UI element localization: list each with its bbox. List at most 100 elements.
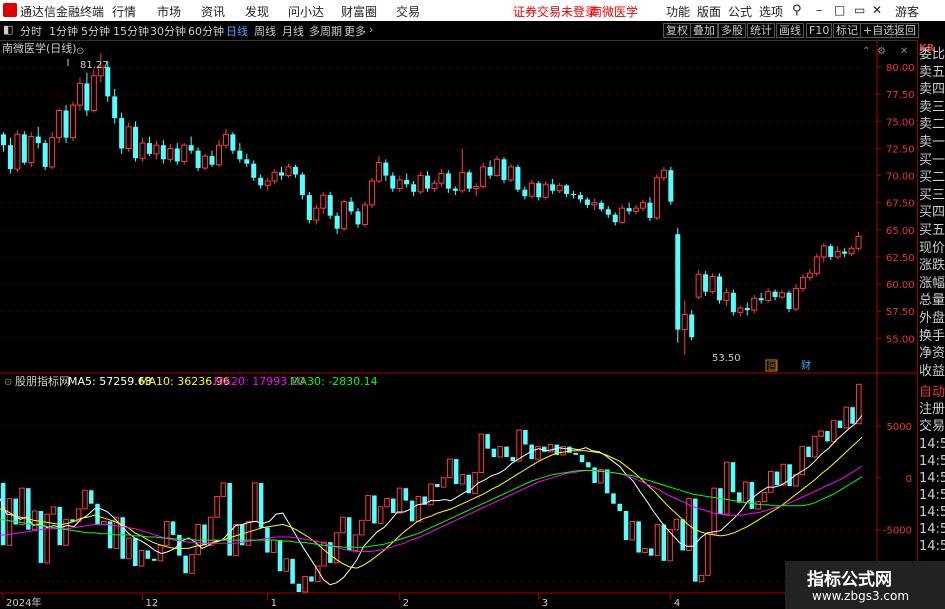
toolbar-toggle-icon[interactable]: ◧ <box>3 23 13 36</box>
side-tab[interactable]: 注册 <box>919 403 945 416</box>
indicator-bar <box>812 435 818 458</box>
menu-item-banmian[interactable]: 版面 <box>697 3 721 20</box>
indicator-bar <box>723 461 730 515</box>
btn-tongji[interactable]: 统计 <box>747 23 775 38</box>
tf-fenshi[interactable]: 分时 <box>20 23 42 39</box>
menu-item-wenxiaoda[interactable]: 问小达 <box>288 3 324 20</box>
quote-field-label: 换手 <box>919 328 945 344</box>
close-icon[interactable]: ✕ <box>872 3 882 17</box>
tf-15min[interactable]: 15分钟 <box>113 23 149 39</box>
candle-body <box>209 156 215 165</box>
btn-diejia[interactable]: 叠加 <box>690 23 718 38</box>
menu-item-hangqing[interactable]: 行情 <box>112 3 136 20</box>
maximize-icon[interactable]: □ <box>834 3 845 17</box>
indicator-bar <box>138 549 145 567</box>
menu-item-caifuquan[interactable]: 财富圈 <box>341 3 377 20</box>
indicator-bar <box>592 467 597 483</box>
indicator-bar <box>151 558 157 561</box>
menu-item-xuanxiang[interactable]: 选项 <box>759 3 783 20</box>
indicator-bar <box>183 555 188 574</box>
indicator-bar <box>611 493 616 504</box>
menu-item-gongshi[interactable]: 公式 <box>728 3 752 20</box>
candle-body <box>251 163 257 178</box>
menu-item-shichang[interactable]: 市场 <box>157 3 181 20</box>
btn-fanhui[interactable]: 返回 <box>891 23 919 38</box>
btn-biaoji[interactable]: 标记 <box>833 23 861 38</box>
indicator-bar <box>698 574 705 583</box>
indicator-bar <box>227 482 232 556</box>
side-tab[interactable]: 交易 <box>919 420 945 433</box>
kline-chart-area[interactable]: 80.00 77.50 75.00 72.50 70.00 67.50 65.00 62.50… <box>0 40 917 609</box>
indicator-tick-label: 5000 <box>887 422 912 433</box>
trade-time: 14:56 <box>919 539 945 554</box>
quote-field-label: 外盘 <box>919 311 945 326</box>
collapse-icon[interactable]: ⊙ <box>76 46 84 57</box>
watermark-url: www.zbgs3.com <box>812 589 910 603</box>
menu-item-faxian[interactable]: 发现 <box>245 3 269 20</box>
candle-body <box>21 134 27 163</box>
close-panel-icon[interactable]: ✕ <box>900 46 908 57</box>
menu-item-jiaoyi[interactable]: 交易 <box>396 3 420 20</box>
btn-duogu[interactable]: 多股 <box>718 23 746 38</box>
candle-body <box>681 313 688 331</box>
tf-30min[interactable]: 30分钟 <box>150 23 186 39</box>
candle-body <box>855 235 862 249</box>
minimize-icon[interactable]: – <box>816 3 822 17</box>
candle-body <box>459 171 466 192</box>
candle-body <box>361 204 368 225</box>
price-tick-label: 62.50 <box>886 253 915 264</box>
indicator-bar <box>774 471 780 486</box>
tf-multi[interactable]: 多周期 <box>309 23 342 39</box>
price-tick-label: 65.00 <box>886 226 915 237</box>
candle-body <box>848 247 855 255</box>
chevron-right-icon[interactable]: › <box>369 23 373 36</box>
price-tick-label: 60.00 <box>886 280 915 291</box>
quote-field-label: 委比 <box>919 47 945 62</box>
gear-icon[interactable]: ⚙ <box>877 46 886 57</box>
indicator-bar <box>82 489 88 510</box>
chart-title: 南微医学(日线) <box>2 41 77 55</box>
tf-60min[interactable]: 60分钟 <box>188 23 224 39</box>
indicator-bar <box>277 540 283 572</box>
candle-body <box>425 175 431 189</box>
btn-f10[interactable]: F10 <box>806 23 833 38</box>
candle-body <box>375 162 382 182</box>
indicator-bar <box>415 495 422 522</box>
quote-field-label: 买一 <box>919 152 945 168</box>
indicator-bar <box>692 498 698 582</box>
btn-huaxian[interactable]: 画线 <box>776 23 804 38</box>
badge-cai[interactable]: 财 <box>801 359 811 372</box>
indicator-bar <box>0 482 6 546</box>
tf-weekly[interactable]: 周线 <box>254 23 276 39</box>
btn-fuquan[interactable]: 复权 <box>663 23 691 38</box>
indicator-bar <box>258 482 264 528</box>
candle-body <box>647 202 653 218</box>
candle-body <box>306 195 312 221</box>
candle-body <box>772 291 778 298</box>
side-tab[interactable]: 自动 <box>919 386 945 399</box>
menu-item-zixun[interactable]: 资讯 <box>201 3 225 20</box>
restore-icon[interactable]: ▭ <box>854 3 865 17</box>
menu-item-gongneng[interactable]: 功能 <box>666 3 690 20</box>
price-tick-label: 55.00 <box>886 334 915 345</box>
indicator-collapse-icon[interactable]: ⊙ <box>4 377 12 388</box>
indicator-bar <box>604 469 610 494</box>
tf-daily[interactable]: 日线 <box>226 23 248 39</box>
indicator-bar <box>579 454 585 463</box>
user-label[interactable]: 游客 <box>895 3 919 20</box>
date-tick-label: 12 <box>146 598 159 609</box>
chevron-up-icon[interactable]: ⌃ <box>862 46 870 57</box>
candle-body <box>703 274 709 292</box>
tf-1min[interactable]: 1分钟 <box>49 23 78 39</box>
low-price-label: 53.50 <box>712 353 741 364</box>
tf-5min[interactable]: 5分钟 <box>81 23 110 39</box>
indicator-bar <box>478 433 485 474</box>
tf-more[interactable]: 更多 <box>344 23 366 39</box>
login-notice[interactable]: 证券交易未登录 <box>513 3 597 20</box>
tf-monthly[interactable]: 月线 <box>282 23 304 39</box>
search-icon[interactable]: ⚲ <box>792 3 802 18</box>
indicator-bar <box>270 539 277 554</box>
indicator-ma-lines <box>0 415 863 586</box>
price-tick-label: 72.50 <box>886 144 915 155</box>
indicator-bar <box>396 487 403 514</box>
